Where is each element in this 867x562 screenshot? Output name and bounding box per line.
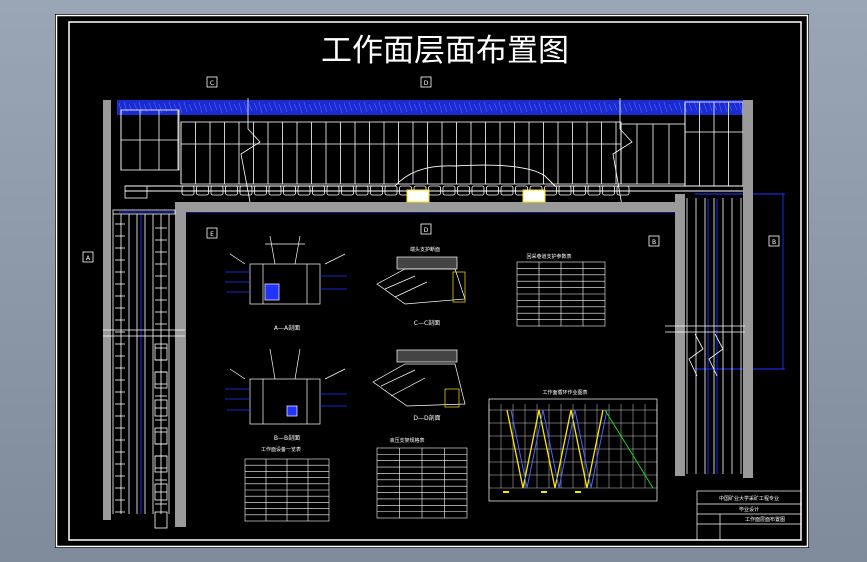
section-dd [372,349,466,408]
marker-b2-label: B [652,239,656,246]
left-roadway [103,185,185,529]
title-block-line3: 工作面层面布置图 [745,516,785,523]
schedule-chart [488,398,658,502]
table-left [244,458,330,522]
marker-e-label: E [210,231,214,238]
table-right-title: 回采巷道支护参数表 [526,253,571,260]
marker-b-label: B [772,239,776,246]
title-block-line1: 中国矿业大学采矿工程专业 [719,495,779,502]
schedule-title: 工作面循环作业图表 [542,389,587,396]
marker-a-label: A [86,255,91,262]
marker-c-label: C [210,80,214,87]
drawing-title: 工作面层面布置图 [321,33,569,69]
section-top-center-label: 端头支护断面 [410,246,440,253]
marker-d-label: D [424,80,429,87]
conveyor-line [125,164,745,192]
title-block-line2: 毕业设计 [739,506,759,513]
section-cc-label: C—C剖面 [414,319,440,327]
section-aa-label: A—A剖面 [274,324,300,332]
section-aa [225,235,347,305]
drawing-sheet: 工作面层面布置图 C D A B E D B A—A剖面 B—B剖面 端头支护断… [55,14,809,548]
table-right [516,261,606,327]
section-dd-label: D—D剖面 [413,414,440,422]
roadway-walls [103,100,753,527]
yellow-block-left [406,189,430,203]
table-middle-title: 液压支架规格表 [389,437,424,444]
section-cc [376,256,466,305]
cad-drawing: 工作面层面布置图 C D A B E D B A—A剖面 B—B剖面 端头支护断… [55,14,809,548]
table-middle [376,447,468,519]
section-bb [225,348,347,425]
yellow-block-right [522,189,546,203]
section-bb-label: B—B剖面 [274,434,300,442]
table-left-title: 工作面设备一览表 [261,446,301,453]
marker-d2-label: D [424,227,429,234]
